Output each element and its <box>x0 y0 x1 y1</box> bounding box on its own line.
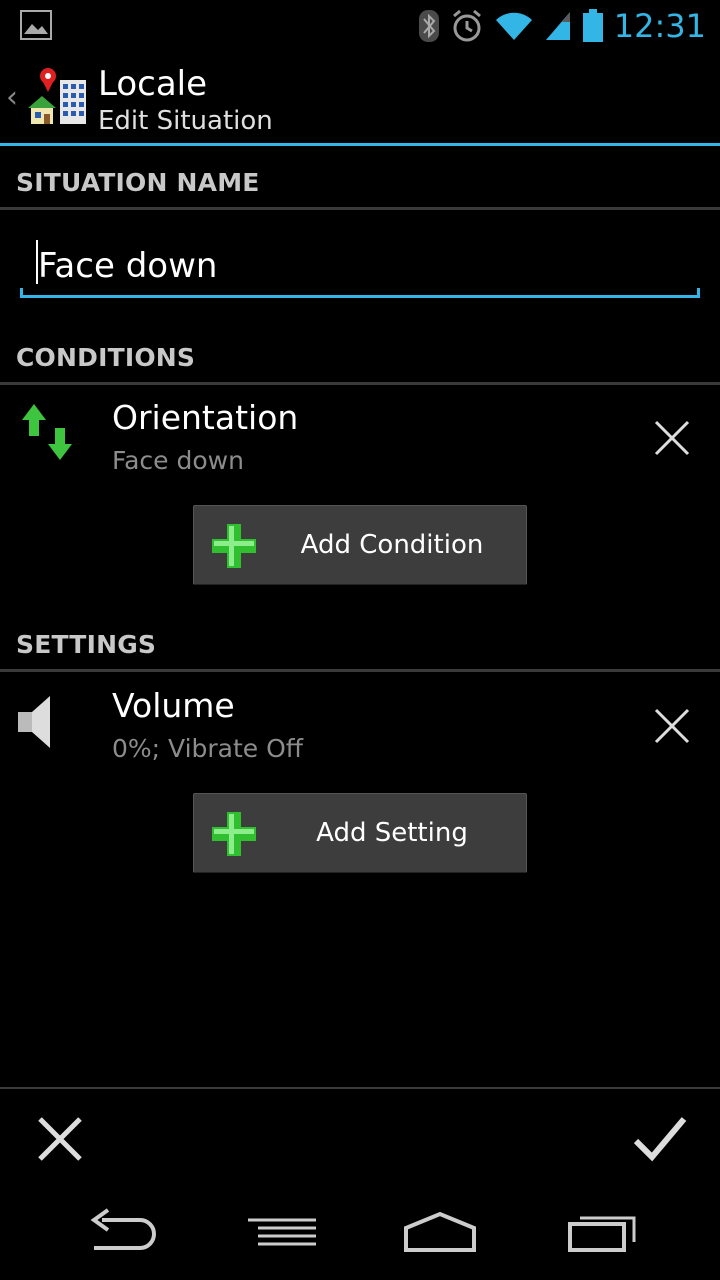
status-icons: 12:31 <box>418 6 706 46</box>
situation-name-value[interactable]: Face down <box>38 246 217 286</box>
setting-value: 0%; Vibrate Off <box>112 734 304 763</box>
battery-icon <box>582 9 603 42</box>
add-setting-button[interactable]: Add Setting <box>193 793 527 873</box>
conditions-header: CONDITIONS <box>0 325 720 385</box>
action-bar[interactable]: ‹ Locale Edit Situation <box>0 50 720 144</box>
input-underline-left-tick <box>20 288 23 298</box>
plus-icon <box>210 810 258 858</box>
close-icon <box>38 1117 82 1161</box>
clock: 12:31 <box>613 7 706 45</box>
divider <box>0 207 720 210</box>
orientation-arrows-icon <box>16 400 80 464</box>
add-condition-label: Add Condition <box>300 530 484 560</box>
cancel-button[interactable] <box>36 1115 84 1163</box>
menu-icon[interactable] <box>244 1206 320 1256</box>
add-setting-label: Add Setting <box>316 818 468 848</box>
action-bar-divider <box>0 143 720 146</box>
signal-icon <box>545 12 570 40</box>
recent-apps-icon[interactable] <box>566 1206 638 1256</box>
chevron-left-icon[interactable]: ‹ <box>6 80 18 115</box>
input-underline-right-tick <box>697 288 700 298</box>
situation-name-input[interactable]: Face down <box>20 232 700 298</box>
setting-label: Volume <box>112 686 235 725</box>
home-icon[interactable] <box>402 1206 478 1256</box>
settings-header: SETTINGS <box>0 612 720 672</box>
bluetooth-icon <box>418 10 439 42</box>
section-title: CONDITIONS <box>16 343 196 372</box>
app-title: Locale <box>98 64 208 104</box>
remove-setting-button[interactable] <box>650 704 694 748</box>
add-condition-button[interactable]: Add Condition <box>193 505 527 585</box>
back-icon[interactable] <box>84 1206 156 1256</box>
condition-value: Face down <box>112 446 244 475</box>
plus-icon <box>210 522 258 570</box>
locale-app-icon[interactable] <box>26 66 90 130</box>
wifi-icon <box>495 12 532 40</box>
gallery-icon <box>20 10 52 40</box>
checkmark-icon <box>633 1117 687 1162</box>
situation-name-header: SITUATION NAME <box>0 150 720 210</box>
section-title: SITUATION NAME <box>16 168 260 197</box>
remove-condition-button[interactable] <box>650 416 694 460</box>
close-icon <box>654 708 690 744</box>
divider <box>0 669 720 672</box>
nav-bar <box>0 1184 720 1280</box>
input-underline <box>20 295 700 298</box>
close-icon <box>654 420 690 456</box>
alarm-icon <box>452 9 481 42</box>
setting-item-volume[interactable]: Volume 0%; Vibrate Off <box>0 676 720 776</box>
done-button[interactable] <box>632 1113 688 1163</box>
condition-item-orientation[interactable]: Orientation Face down <box>0 388 720 488</box>
divider <box>0 382 720 385</box>
condition-label: Orientation <box>112 398 299 437</box>
screen-subtitle: Edit Situation <box>98 106 273 136</box>
speaker-icon <box>16 688 80 752</box>
status-bar: 12:31 <box>0 0 720 50</box>
section-title: SETTINGS <box>16 630 157 659</box>
footer-bar <box>0 1089 720 1184</box>
